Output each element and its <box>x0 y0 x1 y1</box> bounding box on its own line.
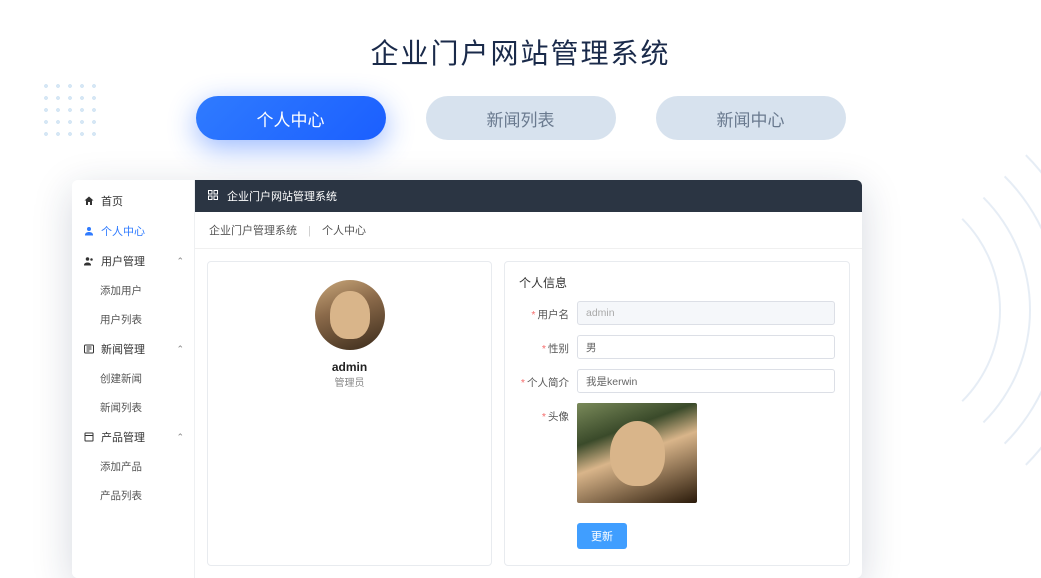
sidebar-sub-add-user[interactable]: 添加用户 <box>72 276 194 305</box>
sidebar-item-label: 个人中心 <box>101 223 145 239</box>
bio-input[interactable] <box>577 369 835 393</box>
home-icon <box>82 195 95 208</box>
sidebar-item-label: 首页 <box>101 193 123 209</box>
tab-personal[interactable]: 个人中心 <box>196 96 386 140</box>
breadcrumb: 企业门户管理系统 | 个人中心 <box>195 212 862 249</box>
users-icon <box>82 255 95 268</box>
sidebar-item-label: 产品管理 <box>101 429 145 445</box>
page-title: 企业门户网站管理系统 <box>0 0 1041 72</box>
tab-news-list[interactable]: 新闻列表 <box>426 96 616 140</box>
gender-input[interactable] <box>577 335 835 359</box>
breadcrumb-current: 个人中心 <box>322 225 366 237</box>
menu-toggle-icon[interactable] <box>207 189 219 204</box>
tab-news-center[interactable]: 新闻中心 <box>656 96 846 140</box>
profile-card: admin 管理员 <box>207 261 492 566</box>
chevron-up-icon: ⌃ <box>176 344 184 355</box>
app-window: 首页 个人中心 用户管理 ⌃ 添加用户 用户列表 新闻管理 ⌃ 创建新闻 新闻列… <box>72 180 862 578</box>
topbar-title: 企业门户网站管理系统 <box>227 188 337 204</box>
update-button[interactable]: 更新 <box>577 523 627 549</box>
avatar-upload[interactable] <box>577 403 697 503</box>
form-row-username: *用户名 <box>519 301 835 325</box>
form-row-gender: *性别 <box>519 335 835 359</box>
profile-form: 个人信息 *用户名 *性别 *个人简介 *头像 <box>504 261 850 566</box>
breadcrumb-root[interactable]: 企业门户管理系统 <box>209 225 297 237</box>
username-label: 用户名 <box>538 309 570 321</box>
sidebar-item-home[interactable]: 首页 <box>72 186 194 216</box>
avatar-label: 头像 <box>548 411 569 423</box>
content: admin 管理员 个人信息 *用户名 *性别 *个人简介 <box>195 249 862 578</box>
topbar: 企业门户网站管理系统 <box>195 180 862 212</box>
chevron-up-icon: ⌃ <box>176 256 184 267</box>
sidebar-item-news-mgmt[interactable]: 新闻管理 ⌃ <box>72 334 194 364</box>
form-section-title: 个人信息 <box>519 274 835 301</box>
main-area: 企业门户网站管理系统 企业门户管理系统 | 个人中心 admin 管理员 个人信… <box>195 180 862 578</box>
sidebar-sub-news-list[interactable]: 新闻列表 <box>72 393 194 422</box>
sidebar-item-product-mgmt[interactable]: 产品管理 ⌃ <box>72 422 194 452</box>
news-icon <box>82 343 95 356</box>
avatar <box>315 280 385 350</box>
sidebar-sub-add-product[interactable]: 添加产品 <box>72 452 194 481</box>
bio-label: 个人简介 <box>527 377 569 389</box>
sidebar-sub-user-list[interactable]: 用户列表 <box>72 305 194 334</box>
tab-bar: 个人中心 新闻列表 新闻中心 <box>0 96 1041 140</box>
username-input <box>577 301 835 325</box>
sidebar-sub-product-list[interactable]: 产品列表 <box>72 481 194 510</box>
product-icon <box>82 431 95 444</box>
sidebar-item-personal[interactable]: 个人中心 <box>72 216 194 246</box>
gender-label: 性别 <box>548 343 569 355</box>
form-row-avatar: *头像 <box>519 403 835 503</box>
sidebar: 首页 个人中心 用户管理 ⌃ 添加用户 用户列表 新闻管理 ⌃ 创建新闻 新闻列… <box>72 180 195 578</box>
sidebar-item-label: 新闻管理 <box>101 341 145 357</box>
chevron-up-icon: ⌃ <box>176 432 184 443</box>
sidebar-sub-create-news[interactable]: 创建新闻 <box>72 364 194 393</box>
form-row-bio: *个人简介 <box>519 369 835 393</box>
profile-username: admin <box>332 360 367 374</box>
breadcrumb-separator: | <box>308 225 311 237</box>
sidebar-item-label: 用户管理 <box>101 253 145 269</box>
user-icon <box>82 225 95 238</box>
sidebar-item-user-mgmt[interactable]: 用户管理 ⌃ <box>72 246 194 276</box>
profile-role: 管理员 <box>335 374 365 389</box>
